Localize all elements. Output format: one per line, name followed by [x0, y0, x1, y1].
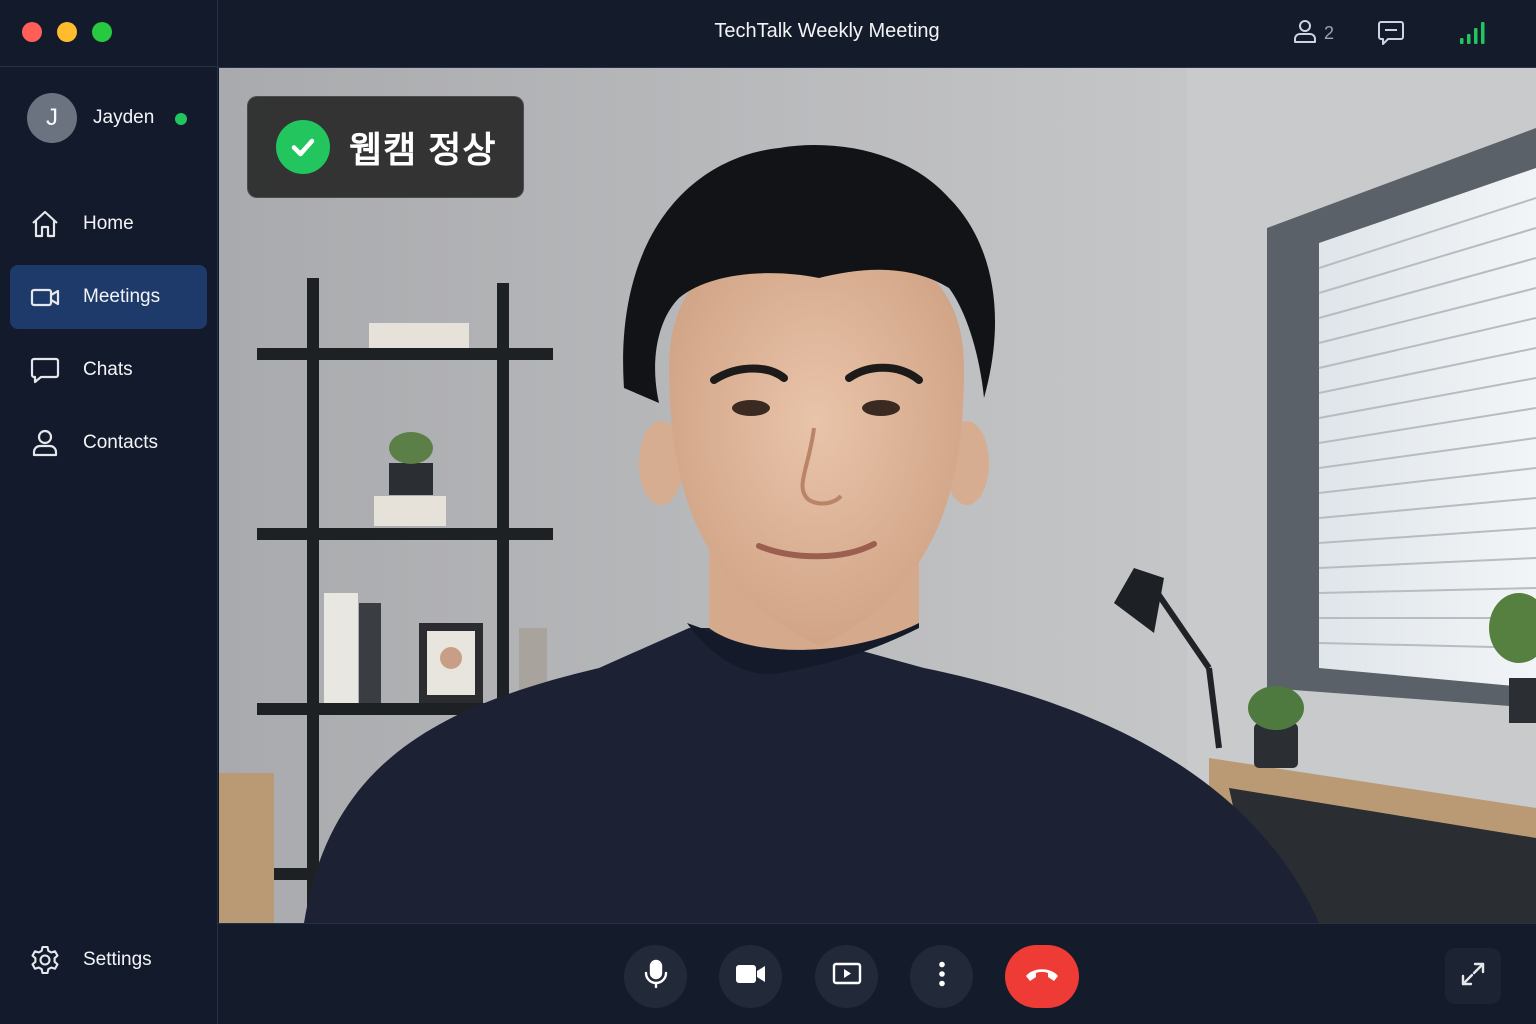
- webcam-status-badge: 웹캠 정상: [247, 96, 524, 198]
- sidebar-item-contacts[interactable]: Contacts: [10, 411, 207, 475]
- more-options-button[interactable]: [910, 945, 973, 1008]
- chat-bubble-icon: [28, 353, 62, 387]
- more-icon: [938, 961, 946, 992]
- sidebar-nav: Home Meetings Chats Contacts: [10, 192, 207, 484]
- participants-count: 2: [1324, 23, 1335, 43]
- person-icon: [1292, 18, 1318, 49]
- microphone-icon: [642, 959, 670, 994]
- sidebar-item-label: Home: [83, 213, 134, 234]
- video-camera-icon: [28, 280, 62, 314]
- sidebar-item-chats[interactable]: Chats: [10, 338, 207, 402]
- signal-bars-icon: [1458, 22, 1488, 50]
- avatar: J: [27, 93, 77, 143]
- webcam-status-text: 웹캠 정상: [349, 129, 497, 170]
- signal-strength: [1458, 20, 1488, 51]
- mute-button[interactable]: [624, 945, 687, 1008]
- person-icon: [28, 426, 62, 460]
- sidebar-item-meetings[interactable]: Meetings: [10, 265, 207, 329]
- user-name: Jayden: [93, 107, 155, 128]
- expand-icon: [1459, 960, 1487, 993]
- top-bar: TechTalk Weekly Meeting 2: [218, 0, 1536, 68]
- check-circle-icon: [276, 120, 330, 174]
- camera-toggle-button[interactable]: [719, 945, 782, 1008]
- call-controls-bar: [218, 923, 1536, 1024]
- window-controls: [22, 22, 112, 42]
- gear-icon: [28, 943, 62, 977]
- chat-button[interactable]: [1376, 18, 1406, 53]
- screen-share-icon: [832, 961, 862, 992]
- maximize-window-button[interactable]: [92, 22, 112, 42]
- app-window: J Jayden Home Meetings Chats Contacts Se…: [0, 0, 1536, 1024]
- online-status-dot: [175, 113, 187, 125]
- screen-share-button[interactable]: [815, 945, 878, 1008]
- video-feed: 웹캠 정상: [219, 68, 1536, 923]
- settings-label: Settings: [83, 949, 152, 970]
- close-window-button[interactable]: [22, 22, 42, 42]
- sidebar-item-label: Meetings: [83, 286, 161, 307]
- end-call-button[interactable]: [1005, 945, 1079, 1008]
- sidebar-item-home[interactable]: Home: [10, 192, 207, 256]
- sidebar-item-label: Contacts: [83, 432, 158, 453]
- divider: [0, 66, 218, 67]
- user-profile[interactable]: J Jayden: [27, 93, 187, 143]
- chat-icon: [1376, 21, 1406, 52]
- minimize-window-button[interactable]: [57, 22, 77, 42]
- camera-icon: [735, 962, 767, 991]
- sidebar: J Jayden Home Meetings Chats Contacts Se…: [0, 0, 218, 1024]
- participants-button[interactable]: 2: [1292, 18, 1334, 49]
- sidebar-item-settings[interactable]: Settings: [10, 928, 207, 992]
- home-icon: [28, 207, 62, 241]
- sidebar-item-label: Chats: [83, 359, 133, 380]
- end-call-icon: [1023, 964, 1061, 989]
- fullscreen-button[interactable]: [1445, 948, 1501, 1004]
- meeting-title: TechTalk Weekly Meeting: [714, 20, 940, 42]
